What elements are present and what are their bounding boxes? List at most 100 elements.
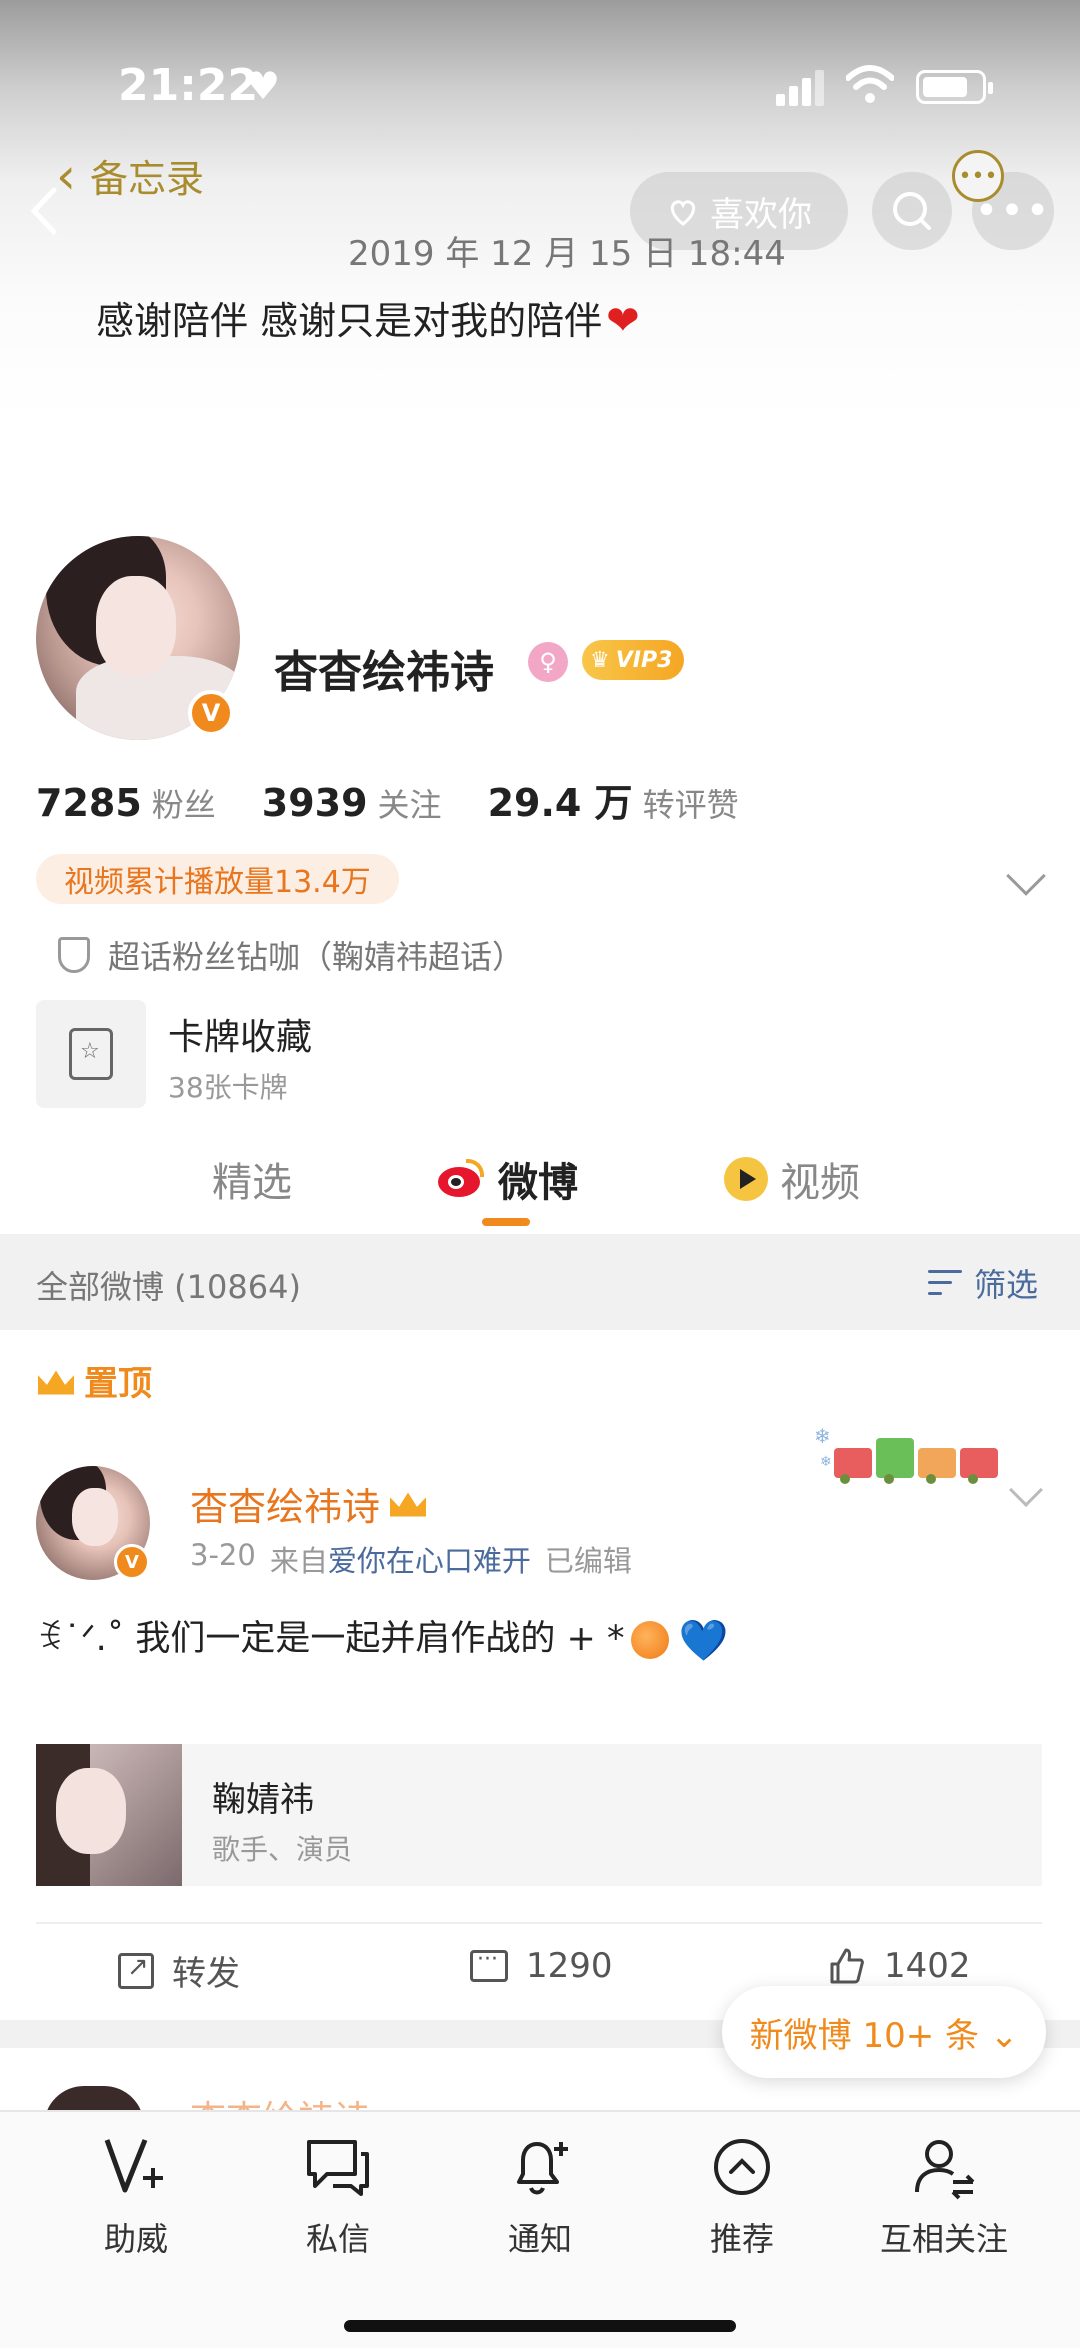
search-button[interactable] (872, 172, 952, 250)
female-icon: ♀ (528, 642, 568, 682)
weibo-logo-icon (436, 1159, 486, 1199)
orange-emoji-icon (630, 1621, 669, 1659)
chat-icon (307, 2140, 369, 2196)
v-plus-icon (104, 2139, 163, 2193)
signal-icon (776, 70, 826, 106)
chevron-left-icon: ‹ (56, 146, 76, 205)
bell-icon (517, 2142, 568, 2195)
engagement-label: 转评赞 (642, 786, 739, 824)
card-collection-count: 38张卡牌 (168, 1071, 288, 1104)
like-button[interactable]: 1402 (826, 1946, 971, 1986)
verified-badge-icon: V (114, 1544, 150, 1580)
nav-messages[interactable]: 私信 (268, 2134, 408, 2260)
nav-notifications[interactable]: 通知 (470, 2134, 610, 2260)
post-divider (36, 1922, 1042, 1924)
card-collection-title[interactable]: 卡牌收藏 (168, 1008, 312, 1060)
engagement-count[interactable]: 29.4 万 (488, 772, 633, 827)
crown-icon (36, 1365, 76, 1397)
nav-mutual-follow-label: 互相关注 (879, 2220, 1008, 2258)
wifi-icon (846, 65, 894, 103)
crown-icon: ♛ (590, 647, 610, 673)
profile-stats: 7285 粉丝 3939 关注 29.4 万 转评赞 (36, 772, 785, 827)
card-collection-button[interactable] (36, 1000, 146, 1108)
memo-text: 感谢陪伴 感谢只是对我的陪伴 ❤ (96, 290, 640, 345)
post-source-link[interactable]: 爱你在心口难开 (328, 1544, 531, 1578)
nav-notifications-label: 通知 (507, 2220, 572, 2258)
back-arrow-icon[interactable] (28, 186, 58, 236)
memo-text-content: 感谢陪伴 感谢只是对我的陪伴 (96, 299, 603, 343)
like-count: 1402 (884, 1946, 971, 1986)
search-icon (893, 192, 931, 230)
post-meta: 3-20 来自爱你在心口难开 已编辑 (190, 1538, 632, 1580)
supertopic-row[interactable]: 超话粉丝钻咖（鞠婧祎超话） (58, 932, 524, 978)
new-weibo-button[interactable]: 新微博 10+ 条 ⌄ (722, 1986, 1046, 2078)
nav-messages-label: 私信 (305, 2220, 370, 2258)
filter-label: 筛选 (974, 1266, 1039, 1304)
video-plays-tag[interactable]: 视频累计播放量13.4万 (36, 854, 399, 904)
nav-cheer[interactable]: 助威 (66, 2134, 206, 2260)
heart-icon: ♥ (246, 64, 281, 108)
repost-button[interactable]: 转发 (118, 1946, 240, 1995)
pinned-label: 置顶 (36, 1356, 152, 1405)
share-card[interactable] (36, 1744, 1042, 1886)
pinned-text: 置顶 (84, 1364, 152, 1404)
memo-more-icon[interactable]: ••• (952, 150, 1004, 202)
post-body-text: ꉂ˙ᐟ.˚ 我们一定是一起并肩作战的 + * (36, 1619, 625, 1659)
post-edited: 已编辑 (544, 1544, 632, 1578)
comment-count: 1290 (526, 1946, 613, 1986)
post-date: 3-20 (190, 1538, 256, 1572)
back-to-memo-button[interactable]: ‹ 备忘录 (56, 148, 204, 203)
followers-count[interactable]: 7285 (36, 781, 142, 825)
nav-cheer-label: 助威 (103, 2220, 168, 2258)
post-author-name: 杳杳绘祎诗 (190, 1485, 381, 1529)
post-body: ꉂ˙ᐟ.˚ 我们一定是一起并肩作战的 + * 💙 (36, 1610, 728, 1664)
nav-mutual-follow[interactable]: 互相关注 (874, 2134, 1014, 2260)
shield-icon (58, 937, 90, 973)
tab-picks[interactable]: 精选 (212, 1150, 292, 1208)
train-decoration-icon: ❄ ❄ (814, 1424, 1004, 1484)
home-indicator[interactable] (344, 2320, 736, 2332)
thumbs-up-icon (830, 1948, 864, 1984)
vip-label: VIP3 (615, 647, 673, 673)
memo-date: 2019 年 12 月 15 日 18:44 (348, 234, 786, 274)
tab-video-label: 视频 (780, 1160, 860, 1206)
nav-recommend[interactable]: 推荐 (672, 2134, 812, 2260)
share-card-title: 鞠婧祎 (212, 1780, 314, 1820)
tab-video[interactable]: 视频 (724, 1150, 860, 1208)
comment-icon (470, 1947, 508, 1982)
battery-icon (916, 70, 993, 104)
back-label: 备忘录 (90, 157, 205, 201)
repost-label: 转发 (172, 1954, 240, 1994)
chevron-down-icon[interactable] (1006, 856, 1046, 896)
tab-picks-label: 精选 (212, 1160, 292, 1206)
supertopic-label: 超话粉丝钻咖（鞠婧祎超话） (108, 938, 525, 976)
post-author[interactable]: 杳杳绘祎诗 (190, 1476, 426, 1531)
play-icon (724, 1157, 768, 1201)
tab-weibo-label: 微博 (498, 1160, 578, 1206)
blue-heart-icon: 💙 (678, 1617, 729, 1664)
following-label: 关注 (377, 786, 442, 824)
share-card-thumbnail (36, 1744, 182, 1886)
repost-icon (118, 1952, 154, 1989)
post-from-prefix: 来自 (269, 1544, 328, 1578)
comment-button[interactable]: 1290 (470, 1946, 613, 1986)
filter-button[interactable]: 筛选 (928, 1260, 1038, 1306)
crown-icon (390, 1489, 426, 1519)
profile-name: 杳杳绘祎诗 (274, 647, 494, 698)
mutual-follow-icon (915, 2140, 975, 2200)
card-icon (69, 1028, 113, 1080)
nav-recommend-label: 推荐 (709, 2220, 774, 2258)
status-time: 21:22 (118, 60, 259, 111)
followers-label: 粉丝 (151, 786, 216, 824)
verified-badge-icon: V (188, 690, 234, 736)
active-tab-indicator (482, 1218, 530, 1226)
red-heart-icon: ❤ (606, 298, 640, 344)
post-menu-chevron-icon[interactable] (1009, 1473, 1043, 1507)
tab-weibo[interactable]: 微博 (436, 1150, 578, 1208)
status-bar: 21:22 ♥ (0, 0, 1080, 160)
all-weibo-count: 全部微博 (10864) (36, 1268, 301, 1306)
vip-badge[interactable]: ♛ VIP3 (582, 640, 685, 680)
following-count[interactable]: 3939 (262, 781, 368, 825)
share-card-subtitle: 歌手、演员 (212, 1833, 353, 1866)
hand-heart-icon (670, 200, 696, 226)
